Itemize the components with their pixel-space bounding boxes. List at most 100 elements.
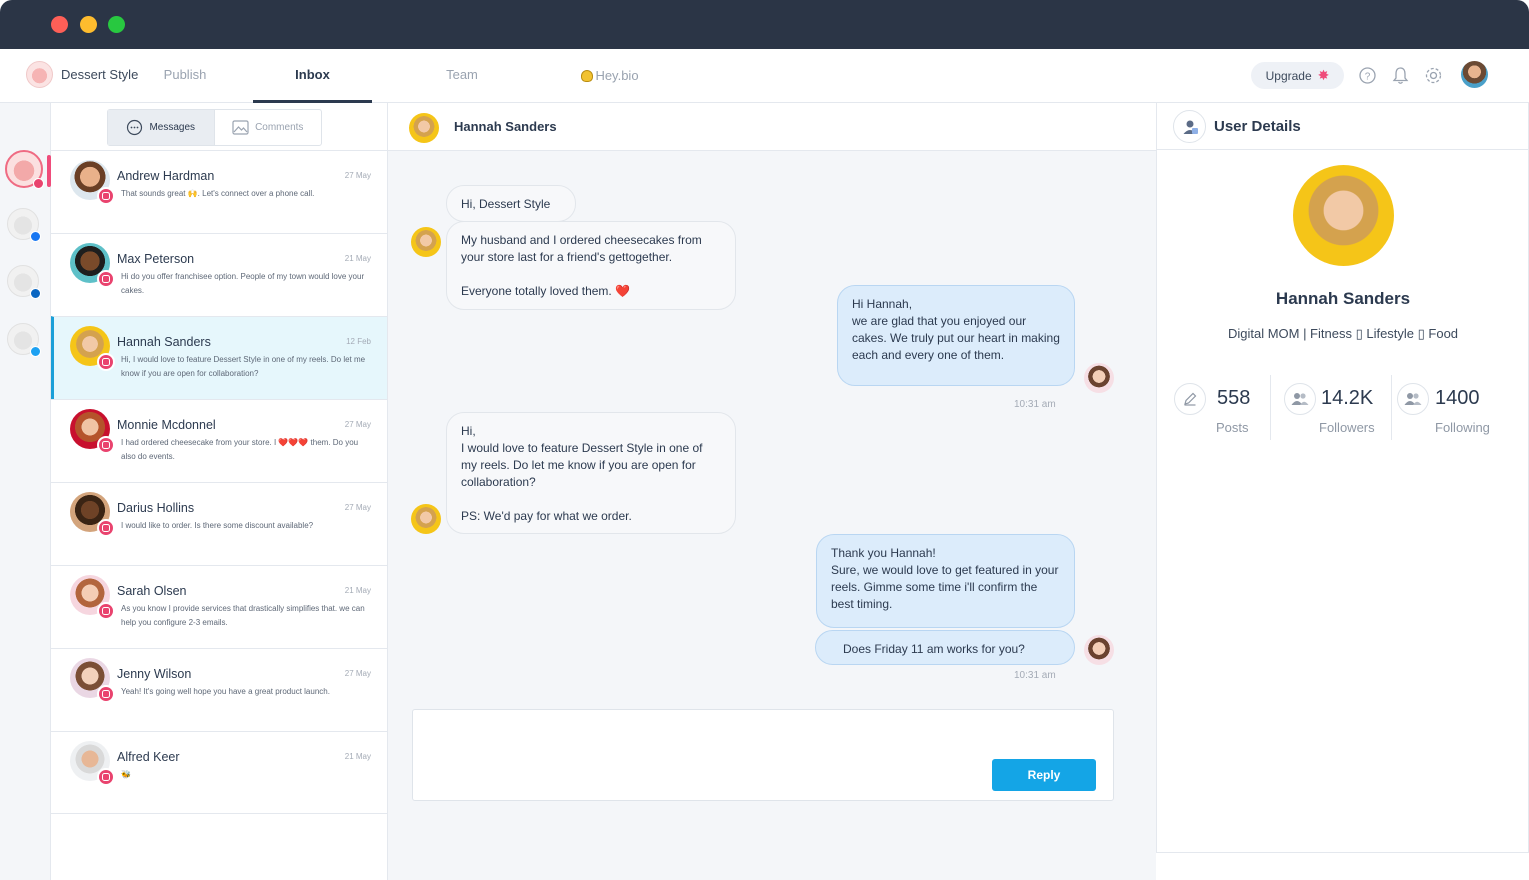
stat-posts-label: Posts [1216, 420, 1249, 435]
stat-following: 1400 Following [1397, 375, 1517, 440]
message-outgoing: Does Friday 11 am works for you? [815, 630, 1075, 665]
contact-name: Hannah Sanders [454, 119, 557, 134]
tab-team[interactable]: Team [436, 49, 488, 103]
stat-followers: 14.2K Followers [1284, 375, 1394, 440]
upgrade-button[interactable]: Upgrade ✸ [1251, 62, 1344, 89]
instagram-icon [97, 685, 115, 703]
brand-logo [26, 61, 53, 88]
conversation-item[interactable]: Sarah Olsen 21 May As you know I provide… [51, 565, 387, 648]
instagram-icon [33, 178, 44, 189]
pencil-icon [1174, 383, 1206, 415]
twitter-icon [30, 346, 41, 357]
tab-publish[interactable]: Publish [158, 49, 212, 103]
conversation-preview: Yeah! It's going well hope you have a gr… [121, 687, 330, 696]
message-outgoing: Hi Hannah, we are glad that you enjoyed … [837, 285, 1075, 386]
conversation-preview: That sounds great 🙌. Let's connect over … [121, 189, 315, 198]
brand-name: Dessert Style [61, 67, 139, 82]
conversation-date: 27 May [344, 669, 371, 678]
top-navigation: Dessert Style Publish Inbox Team Hey.bio… [0, 49, 1529, 103]
window-minimize-button[interactable] [80, 16, 97, 33]
window-close-button[interactable] [51, 16, 68, 33]
conversation-date: 27 May [344, 420, 371, 429]
conversation-item[interactable]: Alfred Keer 21 May 🐝 [51, 731, 387, 814]
bell-icon[interactable] [1390, 65, 1410, 85]
reply-button[interactable]: Reply [992, 759, 1096, 791]
conversation-list: Andrew Hardman 27 May That sounds great … [51, 150, 387, 814]
conversation-name: Darius Hollins [117, 501, 195, 515]
image-icon [232, 120, 249, 135]
conversation-date: 27 May [344, 503, 371, 512]
conversation-name: Sarah Olsen [117, 584, 187, 598]
staff-avatar [1084, 635, 1114, 665]
conversation-item[interactable]: Darius Hollins 27 May I would like to or… [51, 482, 387, 565]
segment-messages-label: Messages [149, 122, 196, 133]
message-incoming: My husband and I ordered cheesecakes fro… [446, 221, 736, 310]
message-icon [127, 119, 143, 136]
conversation-name: Jenny Wilson [117, 667, 192, 681]
account-instagram[interactable] [5, 150, 44, 189]
instagram-icon [97, 270, 115, 288]
conversation-item[interactable]: Monnie Mcdonnel 27 May I had ordered che… [51, 399, 387, 482]
users-icon [1397, 383, 1429, 415]
conversation-name: Hannah Sanders [117, 335, 211, 349]
instagram-icon [97, 436, 115, 454]
svg-text:?: ? [1364, 71, 1370, 82]
account-rail [0, 103, 51, 880]
conversation-preview: I had ordered cheesecake from your store… [121, 438, 359, 461]
user-details-panel: User Details Hannah Sanders Digital MOM … [1156, 103, 1529, 853]
conversation-preview: As you know I provide services that dras… [121, 604, 365, 627]
account-linkedin[interactable] [7, 265, 41, 299]
window-titlebar [0, 0, 1529, 49]
contact-avatar [411, 504, 441, 534]
conversation-preview: Hi do you offer franchisee option. Peopl… [121, 272, 365, 295]
tab-inbox[interactable]: Inbox [253, 49, 372, 103]
conversation-date: 21 May [344, 254, 371, 263]
current-user-avatar[interactable] [1461, 61, 1488, 88]
stat-divider [1391, 375, 1392, 440]
tab-heybio[interactable]: Hey.bio [574, 49, 646, 103]
sparkle-icon: ✸ [1317, 67, 1330, 83]
conversation-item-selected[interactable]: Hannah Sanders 12 Feb Hi, I would love t… [51, 316, 387, 399]
user-card-icon [1173, 110, 1206, 143]
message-timestamp: 10:31 am [1014, 399, 1056, 410]
message-outgoing: Thank you Hannah! Sure, we would love to… [816, 534, 1075, 628]
stat-posts-value: 558 [1217, 387, 1251, 409]
account-facebook[interactable] [7, 208, 41, 242]
instagram-icon [97, 187, 115, 205]
conversation-item[interactable]: Jenny Wilson 27 May Yeah! It's going wel… [51, 648, 387, 731]
segment-messages[interactable]: Messages [108, 110, 215, 145]
conversation-item[interactable]: Andrew Hardman 27 May That sounds great … [51, 150, 387, 233]
stat-followers-label: Followers [1319, 420, 1375, 435]
facebook-icon [30, 231, 41, 242]
brand-switcher[interactable]: Dessert Style [26, 61, 138, 88]
stat-posts: 558 Posts [1174, 375, 1264, 440]
message-timestamp: 10:31 am [1014, 670, 1056, 681]
contact-avatar [411, 227, 441, 257]
conversation-item[interactable]: Max Peterson 21 May Hi do you offer fran… [51, 233, 387, 316]
conversation-preview: Hi, I would love to feature Dessert Styl… [121, 355, 366, 378]
stat-following-value: 1400 [1435, 387, 1480, 409]
conversation-date: 21 May [344, 752, 371, 761]
conversation-name: Andrew Hardman [117, 169, 215, 183]
reply-composer[interactable]: Reply [412, 709, 1114, 801]
window-maximize-button[interactable] [108, 16, 125, 33]
stat-divider [1270, 375, 1271, 440]
conversation-name: Monnie Mcdonnel [117, 418, 216, 432]
instagram-icon [97, 602, 115, 620]
segment-comments-label: Comments [255, 122, 304, 133]
user-details-title: User Details [1214, 118, 1301, 135]
instagram-icon [97, 519, 115, 537]
contact-avatar[interactable] [409, 113, 439, 143]
gear-icon[interactable] [1423, 65, 1443, 85]
stat-following-label: Following [1435, 420, 1490, 435]
conversation-preview: 🐝 [121, 770, 131, 779]
linkedin-icon [30, 288, 41, 299]
segment-comments[interactable]: Comments [215, 110, 322, 145]
staff-avatar [1084, 363, 1114, 393]
chat-panel: Hannah Sanders Hi, Dessert Style My husb… [388, 103, 1156, 880]
account-twitter[interactable] [7, 323, 41, 357]
help-icon[interactable]: ? [1357, 65, 1377, 85]
chat-header: Hannah Sanders [388, 103, 1156, 151]
profile-avatar [1293, 165, 1394, 266]
conversation-date: 12 Feb [346, 337, 371, 346]
